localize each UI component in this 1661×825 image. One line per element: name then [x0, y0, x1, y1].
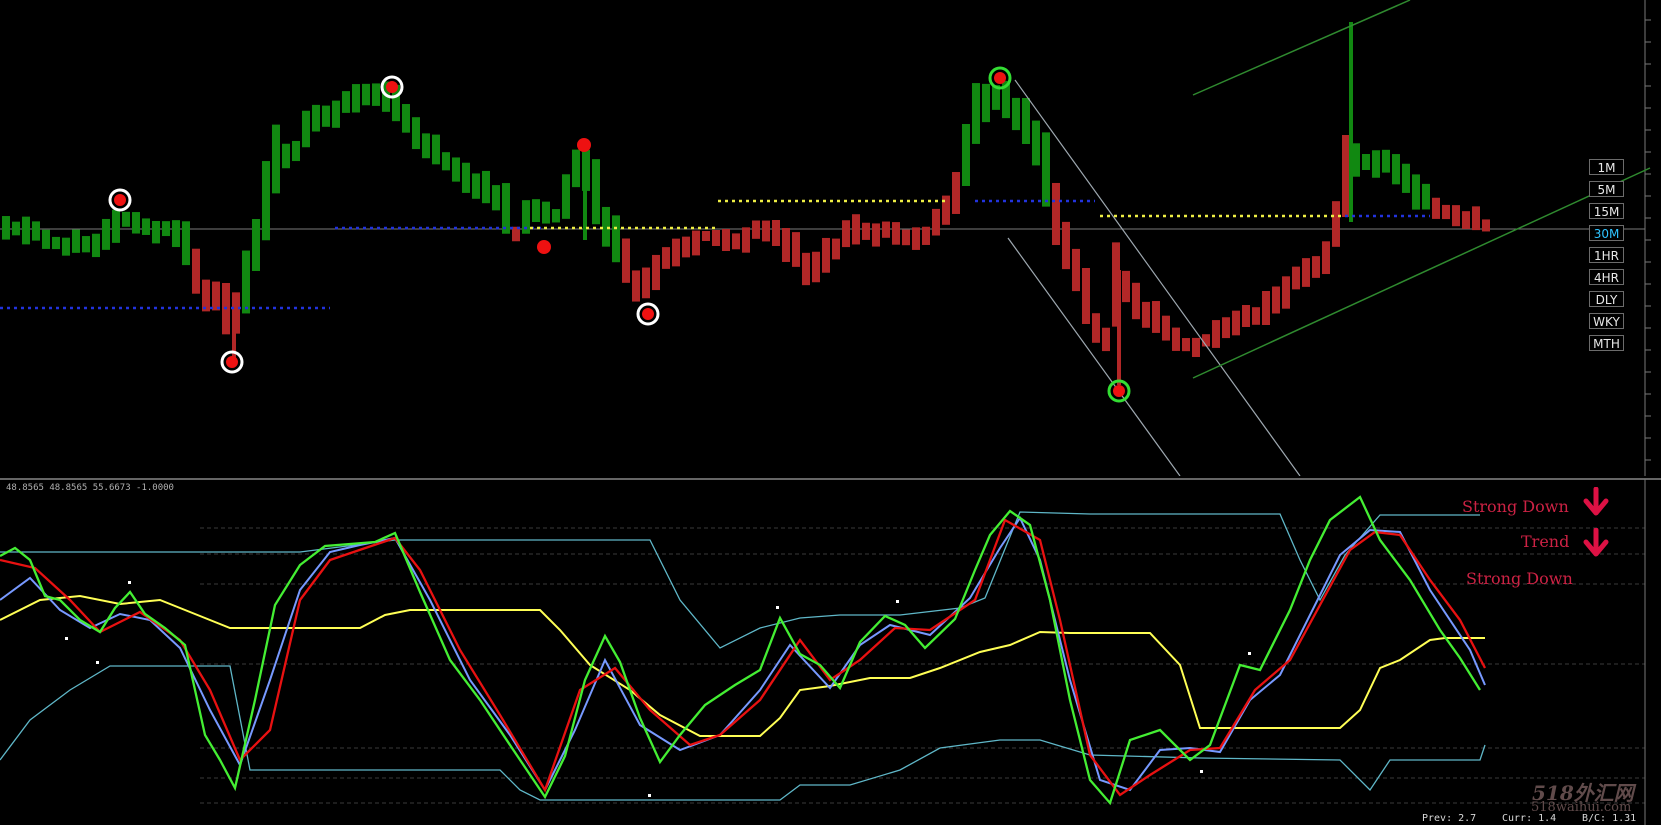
timeframe-button-1m[interactable]: 1M [1589, 159, 1624, 175]
osc-dot-marker [648, 794, 651, 797]
timeframe-button-15m[interactable]: 15M [1589, 203, 1624, 219]
oscillator-pane[interactable] [0, 0, 1661, 825]
timeframe-button-mth[interactable]: MTH [1589, 335, 1624, 351]
indicator-values-readout: 48.8565 48.8565 55.6673 -1.0000 [6, 483, 174, 493]
osc-dot-marker [65, 637, 68, 640]
signal-label-trend: Trend [1521, 532, 1570, 551]
red-average-line [0, 518, 1487, 797]
footer-prev: Prev: 2.7 [1422, 813, 1477, 824]
signal-label-strong-down-2: Strong Down [1466, 569, 1573, 588]
osc-dot-marker [128, 581, 131, 584]
green-oscillator-line [0, 495, 1481, 806]
osc-dot-marker [1248, 652, 1251, 655]
down-arrow-icon [1583, 487, 1609, 516]
trading-chart-window: 48.8565 48.8565 55.6673 -1.0000 1M 5M 15… [0, 0, 1661, 825]
blue-average-line [0, 515, 1486, 793]
osc-dot-marker [776, 606, 779, 609]
osc-dot-marker [1200, 770, 1203, 773]
timeframe-button-5m[interactable]: 5M [1589, 181, 1624, 197]
upper-band-line [0, 511, 1480, 649]
timeframe-button-wky[interactable]: WKY [1589, 313, 1624, 329]
timeframe-button-30m[interactable]: 30M [1589, 225, 1624, 241]
signal-label-strong-down-1: Strong Down [1462, 497, 1569, 516]
osc-dot-marker [96, 661, 99, 664]
osc-dot-marker [896, 600, 899, 603]
watermark-url: 518waihui.com [1531, 800, 1632, 815]
timeframe-button-dly[interactable]: DLY [1589, 291, 1624, 307]
timeframe-button-1hr[interactable]: 1HR [1589, 247, 1624, 263]
timeframe-button-4hr[interactable]: 4HR [1589, 269, 1624, 285]
down-arrow-icon [1583, 528, 1609, 557]
